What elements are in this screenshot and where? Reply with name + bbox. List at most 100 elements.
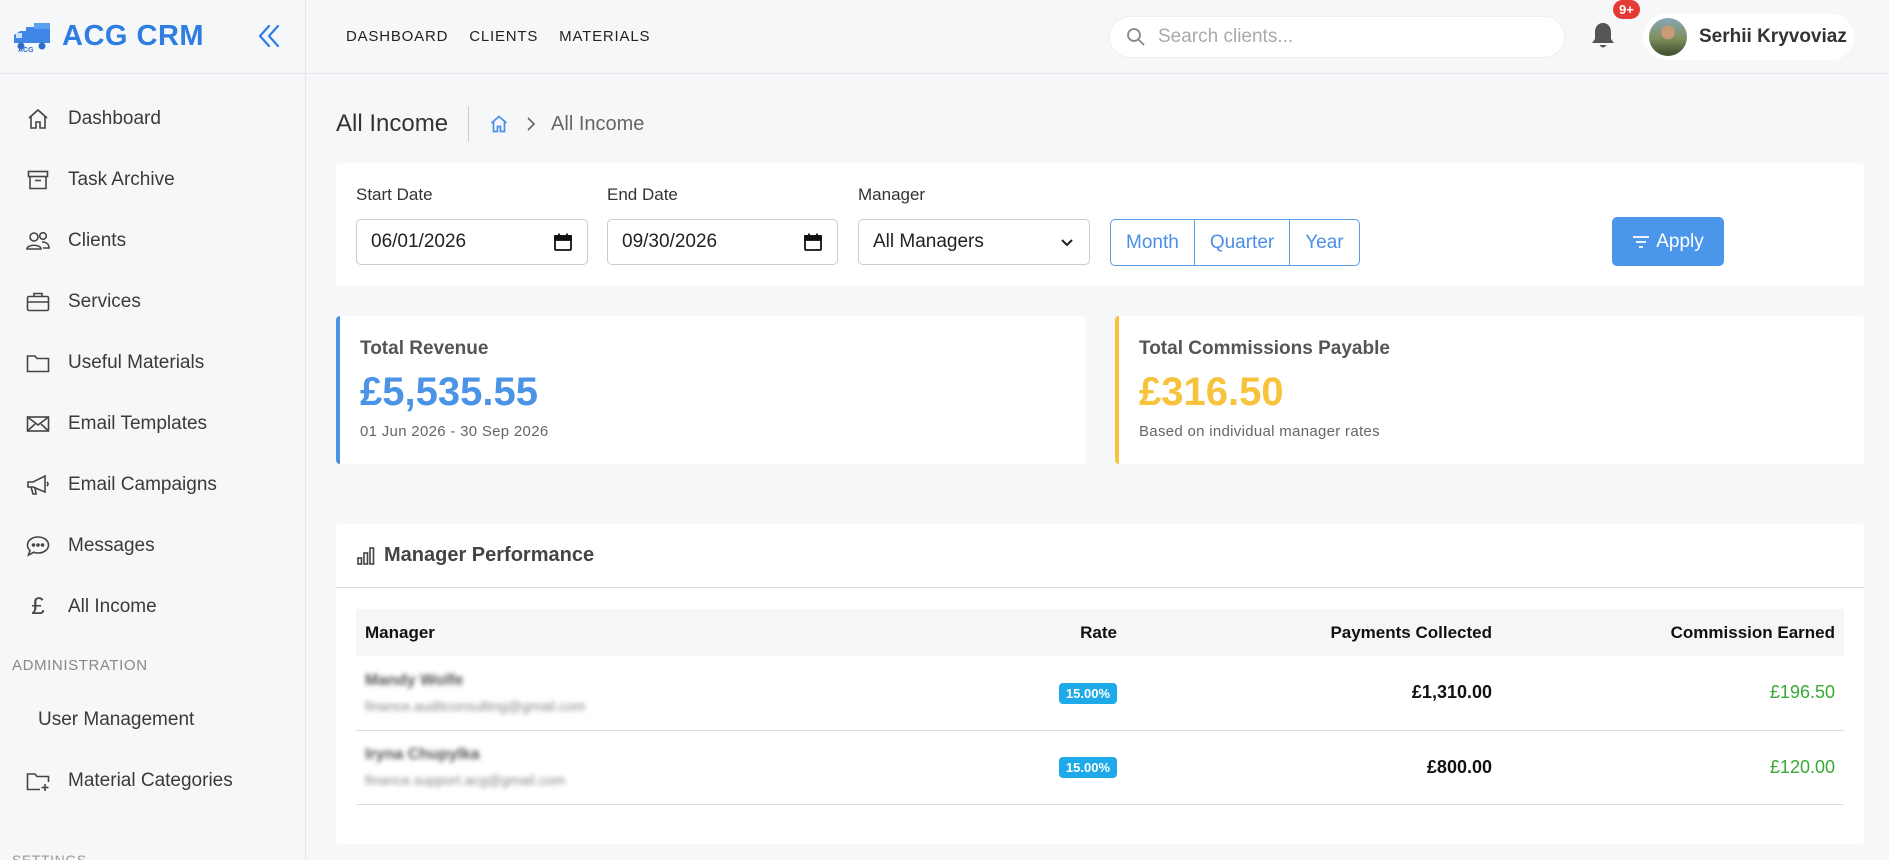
chevron-down-icon [1061, 239, 1073, 247]
period-quarter-button[interactable]: Quarter [1195, 220, 1291, 265]
sidebar-item-email-templates[interactable]: Email Templates [0, 393, 305, 454]
start-date-field[interactable]: 06/01/2026 [356, 219, 588, 265]
manager-name: Iryna Chupylka [365, 746, 480, 763]
sidebar-item-dashboard[interactable]: Dashboard [0, 88, 305, 149]
calendar-icon[interactable] [803, 232, 823, 252]
end-date-value: 09/30/2026 [622, 231, 718, 252]
sidebar-item-label: Email Templates [68, 412, 208, 434]
home-icon[interactable] [489, 114, 509, 134]
user-name: Serhii Kryvoviaz [1699, 26, 1847, 47]
table-row[interactable]: Mandy Wolfe finance.auditconsulting@gmai… [356, 656, 1844, 731]
chat-icon [24, 532, 52, 560]
rate-cell: 15.00% [796, 656, 1126, 731]
manager-email: finance.support.acg@gmail.com [365, 772, 566, 788]
end-date-label: End Date [607, 185, 678, 204]
avatar [1649, 18, 1687, 56]
sidebar-item-clients[interactable]: Clients [0, 210, 305, 271]
sidebar-item-email-campaigns[interactable]: Email Campaigns [0, 454, 305, 515]
user-menu[interactable]: Serhii Kryvoviaz [1643, 14, 1854, 60]
column-header-payments[interactable]: Payments Collected [1126, 609, 1501, 656]
manager-select-value: All Managers [873, 231, 984, 252]
sidebar-item-services[interactable]: Services [0, 271, 305, 332]
search-box[interactable] [1109, 16, 1565, 58]
topnav-clients[interactable]: CLIENTS [469, 28, 538, 45]
sidebar-item-all-income[interactable]: £ All Income [0, 576, 305, 637]
topnav-dashboard[interactable]: DASHBOARD [346, 28, 448, 45]
divider [468, 106, 470, 142]
start-date-value: 06/01/2026 [371, 231, 467, 252]
total-commissions-note: Based on individual manager rates [1139, 423, 1380, 440]
sidebar-item-task-archive[interactable]: Task Archive [0, 149, 305, 210]
total-commissions-value: £316.50 [1139, 370, 1284, 414]
search-icon [1127, 28, 1145, 46]
manager-performance-title: Manager Performance [384, 544, 595, 566]
column-header-commission[interactable]: Commission Earned [1501, 609, 1844, 656]
commission-cell: £196.50 [1501, 656, 1844, 731]
calendar-icon[interactable] [553, 232, 573, 252]
table-header-row: Manager Rate Payments Collected Commissi… [356, 609, 1844, 656]
manager-email: finance.auditconsulting@gmail.com [365, 697, 586, 714]
brand-name: ACG CRM [62, 20, 205, 52]
search-input[interactable] [1158, 26, 1538, 48]
filter-icon [1633, 235, 1650, 248]
start-date-label: Start Date [356, 185, 433, 204]
payments-cell: £1,310.00 [1126, 656, 1501, 731]
sidebar-item-label: Dashboard [68, 107, 161, 129]
megaphone-icon [24, 471, 52, 499]
period-toggle-group: Month Quarter Year [1110, 219, 1360, 266]
brand: ACG ACG CRM [0, 0, 305, 74]
notification-badge: 9+ [1613, 0, 1640, 19]
breadcrumb-current: All Income [551, 112, 645, 135]
rate-badge: 15.00% [1058, 757, 1117, 778]
sidebar-item-label: Email Campaigns [68, 473, 217, 495]
apply-button[interactable]: Apply [1612, 217, 1724, 266]
sidebar-item-user-management[interactable]: User Management [0, 689, 305, 750]
sidebar-item-label: User Management [38, 708, 195, 730]
table-row[interactable]: Iryna Chupylka finance.support.acg@gmail… [356, 730, 1844, 805]
collapse-sidebar-icon[interactable] [255, 22, 283, 50]
rate-badge: 15.00% [1058, 682, 1117, 704]
end-date-field[interactable]: 09/30/2026 [607, 219, 838, 265]
top-nav: DASHBOARD CLIENTS MATERIALS [346, 28, 650, 45]
commission-cell: £120.00 [1501, 730, 1844, 805]
sidebar-item-label: Services [68, 290, 141, 312]
top-bar: DASHBOARD CLIENTS MATERIALS 9+ Serhii Kr… [306, 0, 1889, 74]
svg-text:ACG: ACG [18, 47, 34, 53]
archive-icon [24, 166, 52, 194]
envelope-icon [24, 410, 52, 438]
total-commissions-title: Total Commissions Payable [1139, 338, 1390, 359]
pound-icon: £ [31, 592, 45, 620]
manager-label: Manager [858, 185, 926, 204]
apply-button-label: Apply [1656, 230, 1704, 252]
chevron-right-icon [527, 117, 536, 131]
total-revenue-value: £5,535.55 [360, 370, 538, 414]
users-icon [24, 227, 52, 255]
page-title: All Income [336, 110, 449, 137]
rate-cell: 15.00% [796, 730, 1126, 805]
sidebar-item-label: Useful Materials [68, 351, 205, 373]
sidebar-item-label: Task Archive [68, 168, 175, 190]
sidebar-item-messages[interactable]: Messages [0, 515, 305, 576]
bell-icon[interactable] [1588, 20, 1618, 52]
total-commissions-card: Total Commissions Payable £316.50 Based … [1115, 316, 1864, 464]
filter-card: Start Date 06/01/2026 End Date 09/30/202… [336, 163, 1864, 286]
bar-chart-icon [357, 546, 375, 565]
column-header-rate[interactable]: Rate [796, 609, 1126, 656]
section-label-administration: ADMINISTRATION [12, 657, 148, 674]
sidebar-item-useful-materials[interactable]: Useful Materials [0, 332, 305, 393]
sidebar-item-label: Material Categories [68, 769, 233, 791]
column-header-manager[interactable]: Manager [356, 609, 796, 656]
sidebar-item-label: Messages [68, 534, 155, 556]
topnav-materials[interactable]: MATERIALS [559, 28, 650, 45]
sidebar-item-label: All Income [68, 595, 157, 617]
period-year-button[interactable]: Year [1290, 220, 1358, 265]
period-month-button[interactable]: Month [1111, 220, 1195, 265]
section-label-settings: SETTINGS [12, 852, 87, 860]
manager-select[interactable]: All Managers [858, 219, 1090, 265]
page-header: All Income All Income [336, 106, 644, 142]
manager-performance-header: Manager Performance [336, 524, 1864, 588]
manager-cell: Mandy Wolfe finance.auditconsulting@gmai… [356, 656, 796, 731]
manager-performance-card: Manager Performance Manager Rate Payment… [336, 524, 1864, 844]
sidebar-item-material-categories[interactable]: Material Categories [0, 750, 305, 811]
folder-icon [24, 349, 52, 377]
